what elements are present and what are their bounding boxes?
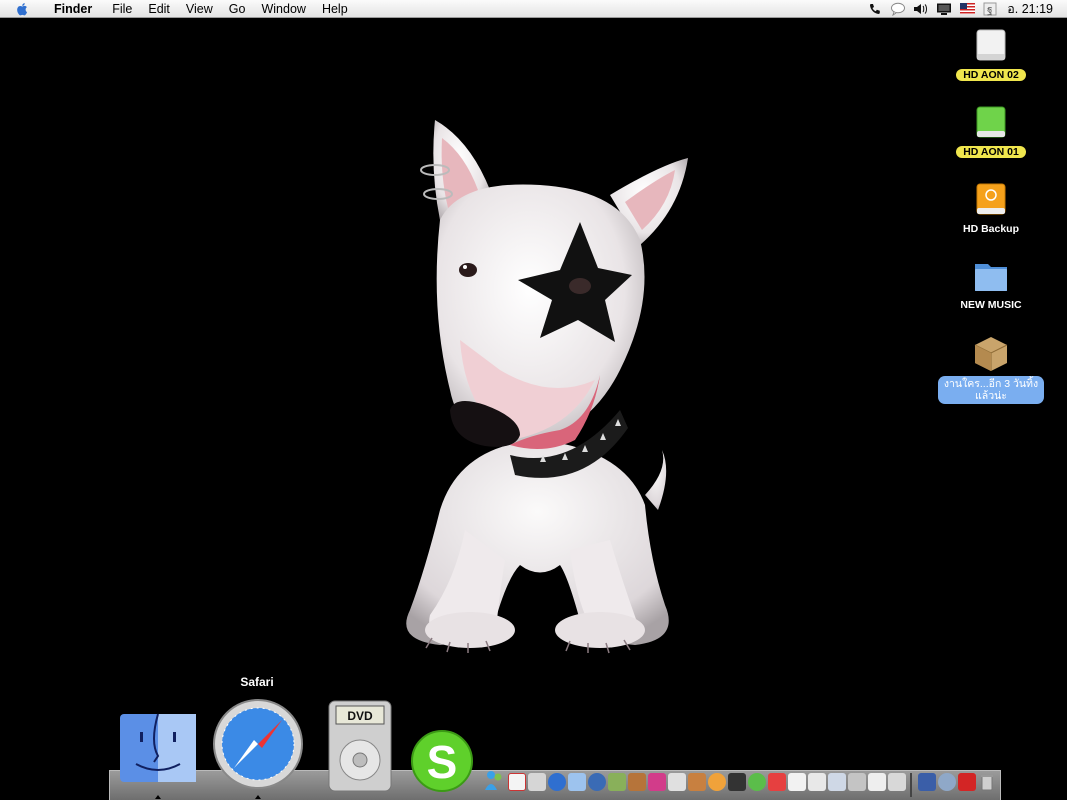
- desktop-icon-label: NEW MUSIC: [960, 299, 1022, 311]
- textedit-icon[interactable]: [788, 773, 806, 791]
- printer-icon[interactable]: [868, 773, 886, 791]
- finder-icon[interactable]: [118, 712, 198, 784]
- desktop-icon-label: HD AON 01: [956, 146, 1026, 158]
- flower-icon[interactable]: [648, 773, 666, 791]
- document-icon[interactable]: [808, 773, 826, 791]
- itunes-icon[interactable]: [588, 773, 606, 791]
- package-icon: [974, 337, 1008, 371]
- imovie-icon[interactable]: [688, 773, 706, 791]
- red-app-icon[interactable]: [958, 773, 976, 791]
- desktop-icon-hd-aon-02[interactable]: HD AON 02: [936, 26, 1046, 81]
- desktop-icon-hd-backup[interactable]: HD Backup: [936, 180, 1046, 235]
- dock-running-indicator: [255, 795, 261, 799]
- utility-icon[interactable]: [668, 773, 686, 791]
- volume-icon[interactable]: [912, 0, 930, 18]
- phone-icon[interactable]: [866, 0, 884, 18]
- dock-separator: [910, 773, 912, 797]
- menu-window[interactable]: Window: [253, 0, 313, 18]
- iphoto-icon[interactable]: [628, 773, 646, 791]
- svg-text:S: S: [427, 736, 458, 788]
- image-capture-icon[interactable]: [608, 773, 626, 791]
- desktop-icon-label: HD Backup: [962, 223, 1019, 235]
- desktop-icon-new-music[interactable]: NEW MUSIC: [936, 256, 1046, 311]
- firewire-drive-icon: [976, 183, 1006, 215]
- menu-app-finder[interactable]: Finder: [46, 0, 100, 18]
- system-prefs-icon[interactable]: [848, 773, 866, 791]
- clapboard-icon[interactable]: [728, 773, 746, 791]
- preview-icon[interactable]: [828, 773, 846, 791]
- wallpaper-dog-image: [406, 120, 688, 654]
- menu-extras: ฐ อ. 21:19: [861, 0, 1067, 18]
- menu-help[interactable]: Help: [314, 0, 356, 18]
- desktop-icon-package[interactable]: งานใคร...อีก 3 วันทิ้งแล้วน่ะ: [936, 333, 1046, 404]
- menu-file[interactable]: File: [104, 0, 140, 18]
- menu-view[interactable]: View: [178, 0, 221, 18]
- safari-icon[interactable]: [212, 698, 304, 790]
- drive-icon: [976, 29, 1006, 61]
- ical-icon[interactable]: [508, 773, 526, 791]
- applications-folder-icon[interactable]: [918, 773, 936, 791]
- dvd-player-icon[interactable]: DVD: [328, 700, 392, 792]
- menu-edit[interactable]: Edit: [140, 0, 178, 18]
- menu-clock[interactable]: อ. 21:19: [1007, 0, 1053, 19]
- network-icon[interactable]: [888, 773, 906, 791]
- desktop-icon-label: งานใคร...อีก 3 วันทิ้งแล้วน่ะ: [938, 376, 1044, 404]
- ichat-icon[interactable]: [889, 0, 907, 18]
- acrobat-icon[interactable]: [768, 773, 786, 791]
- media-player-icon[interactable]: [708, 773, 726, 791]
- svg-text:ฐ: ฐ: [987, 5, 993, 16]
- dock-tooltip: Safari: [240, 675, 274, 689]
- quicktime-icon[interactable]: [548, 773, 566, 791]
- flag-us-icon[interactable]: [958, 0, 976, 18]
- photo-icon[interactable]: [568, 773, 586, 791]
- green-drive-icon: [976, 106, 1006, 138]
- folder-icon: [975, 264, 1007, 291]
- dvd-label: DVD: [347, 709, 373, 723]
- skype-icon[interactable]: S: [408, 728, 476, 794]
- address-book-icon[interactable]: [528, 773, 546, 791]
- limewire-icon[interactable]: [748, 773, 766, 791]
- display-icon[interactable]: [935, 0, 953, 18]
- desktop-icon-label: HD AON 02: [956, 69, 1026, 81]
- dock-running-indicator: [155, 795, 161, 799]
- desktop-icon-hd-aon-01[interactable]: HD AON 01: [936, 103, 1046, 158]
- messenger-icon[interactable]: [482, 768, 506, 792]
- menu-go[interactable]: Go: [221, 0, 254, 18]
- thai-input-icon[interactable]: ฐ: [981, 0, 999, 18]
- network-globe-icon[interactable]: [938, 773, 956, 791]
- apple-menu-icon[interactable]: [16, 2, 30, 16]
- menu-bar: Finder File Edit View Go Window Help ฐ อ…: [0, 0, 1067, 18]
- trash-icon[interactable]: [978, 773, 996, 791]
